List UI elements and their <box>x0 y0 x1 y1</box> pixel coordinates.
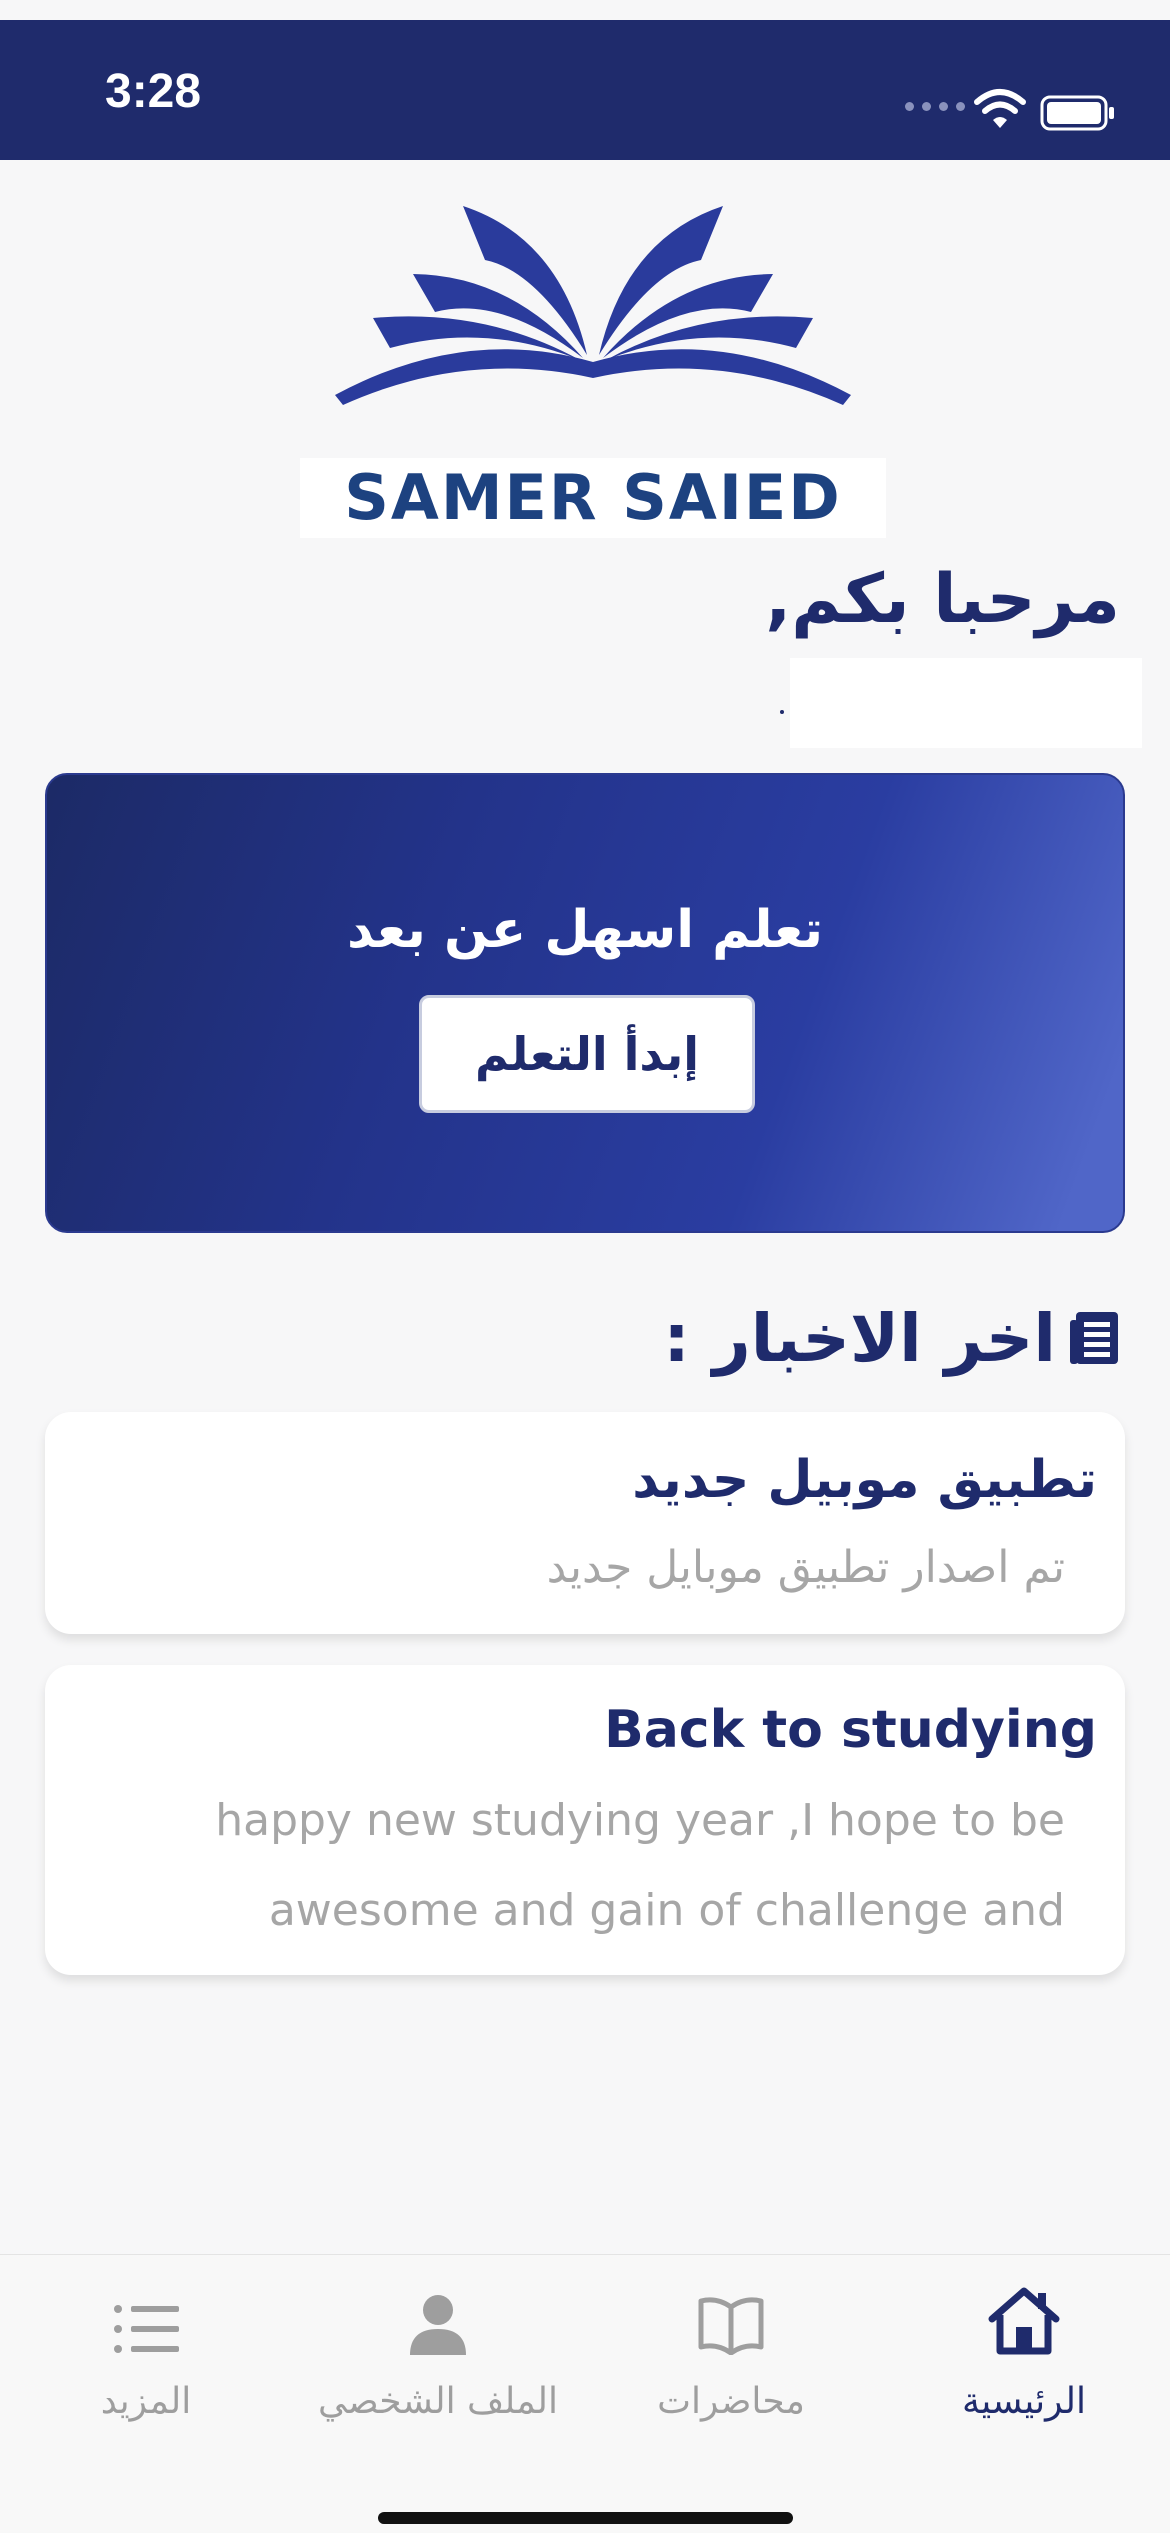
home-indicator <box>378 2512 793 2524</box>
tab-profile-label: الملف الشخصي <box>318 2381 558 2422</box>
person-icon <box>410 2295 466 2355</box>
username-dot <box>780 710 784 714</box>
tab-lectures[interactable]: محاضرات <box>585 2275 877 2455</box>
open-book-logo-icon <box>335 206 851 405</box>
welcome-heading: مرحبا بكم, <box>765 560 1120 639</box>
tab-home[interactable]: الرئيسية <box>878 2275 1170 2455</box>
news-card[interactable]: Back to studying happy new studying year… <box>45 1665 1125 1975</box>
news-card[interactable]: تطبيق موبيل جديد تم اصدار تطبيق موبايل ج… <box>45 1412 1125 1634</box>
news-card-body-line: awesome and gain of challenge and <box>268 1885 1065 1936</box>
news-heading-text: اخر الاخبار : <box>663 1300 1056 1377</box>
book-icon <box>698 2297 764 2355</box>
tab-profile[interactable]: الملف الشخصي <box>292 2275 584 2455</box>
username-placeholder <box>790 658 1142 748</box>
tab-more-label: المزيد <box>100 2381 192 2422</box>
news-card-body: تم اصدار تطبيق موبايل جديد <box>546 1542 1065 1593</box>
bottom-tab-bar: الرئيسية محاضرات الملف الشخصي المزيد <box>0 2254 1170 2533</box>
news-section-heading: اخر الاخبار : <box>663 1300 1120 1377</box>
app-logo: SAMER SAIED <box>300 200 886 540</box>
battery-icon <box>1040 95 1114 131</box>
start-learning-button[interactable]: إبدأ التعلم <box>419 995 755 1113</box>
list-icon <box>114 2305 179 2353</box>
news-card-title: Back to studying <box>604 1700 1097 1760</box>
news-card-body-line: happy new studying year ,I hope to be <box>215 1795 1065 1846</box>
cellular-signal-icon <box>905 102 965 111</box>
tab-lectures-label: محاضرات <box>657 2381 805 2422</box>
wifi-icon <box>974 89 1026 128</box>
newspaper-icon <box>1070 1311 1118 1364</box>
status-bar: 3:28 <box>0 20 1170 160</box>
home-icon <box>988 2287 1060 2355</box>
hero-title: تعلم اسهل عن بعد <box>346 900 824 960</box>
tab-home-label: الرئيسية <box>962 2381 1086 2422</box>
tab-more[interactable]: المزيد <box>0 2275 292 2455</box>
hero-banner: تعلم اسهل عن بعد إبدأ التعلم <box>45 773 1125 1233</box>
status-time: 3:28 <box>105 65 202 118</box>
news-card-title: تطبيق موبيل جديد <box>632 1450 1097 1510</box>
logo-text: SAMER SAIED <box>344 461 842 534</box>
logo-text-box: SAMER SAIED <box>300 458 886 538</box>
